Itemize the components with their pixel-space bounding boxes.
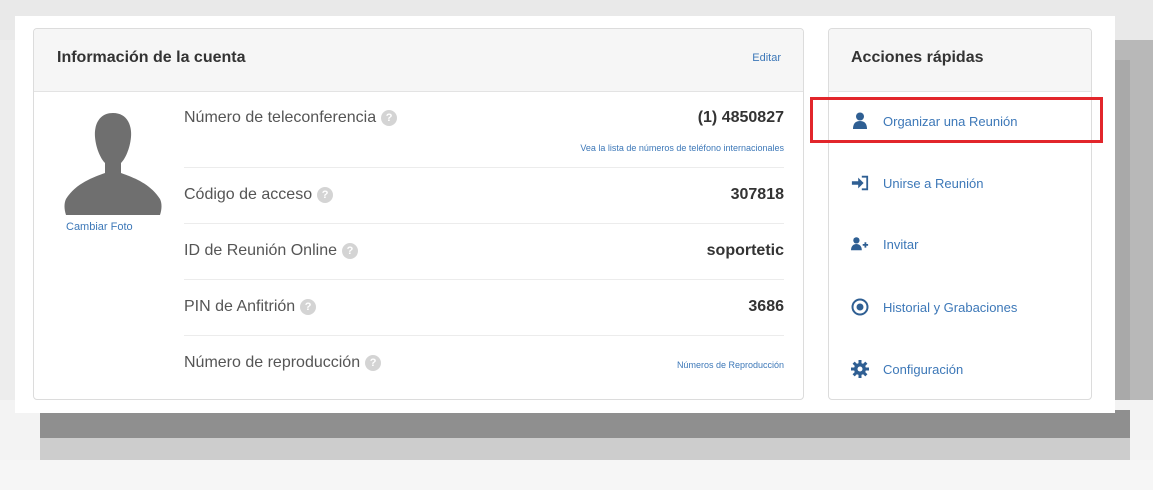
detail-row-host-pin: PIN de Anfitrión ? 3686 xyxy=(184,280,784,336)
drop-shadow xyxy=(40,410,1130,438)
playback-numbers-link[interactable]: Números de Reproducción xyxy=(677,360,784,370)
edit-link[interactable]: Editar xyxy=(752,52,781,64)
history-recordings-action[interactable]: Historial y Grabaciones xyxy=(851,292,1081,322)
international-numbers-link[interactable]: Vea la lista de números de teléfono inte… xyxy=(580,143,784,153)
join-meeting-action[interactable]: Unirse a Reunión xyxy=(851,168,1081,198)
account-info-title: Información de la cuenta xyxy=(57,49,246,66)
account-info-header: Información de la cuenta Editar xyxy=(34,29,803,92)
drop-shadow-soft xyxy=(40,438,1130,460)
add-user-icon xyxy=(851,235,869,253)
highlight-box xyxy=(810,97,1103,143)
quick-actions-title: Acciones rápidas xyxy=(851,49,984,66)
help-icon[interactable]: ? xyxy=(341,243,358,259)
sign-in-icon xyxy=(851,174,869,192)
account-details-list: Número de teleconferencia ? (1) 4850827 … xyxy=(184,91,784,391)
action-label: Invitar xyxy=(883,236,919,252)
action-label: Unirse a Reunión xyxy=(883,175,984,191)
quick-actions-panel: Acciones rápidas Organizar una Reunión U… xyxy=(828,28,1092,400)
help-icon[interactable]: ? xyxy=(300,299,317,315)
detail-row-playback-number: Número de reproducción ? Números de Repr… xyxy=(184,336,784,391)
invite-action[interactable]: Invitar xyxy=(851,229,1081,259)
change-photo-link[interactable]: Cambiar Foto xyxy=(66,221,133,233)
detail-label: Código de acceso xyxy=(184,186,313,203)
detail-label: Número de teleconferencia xyxy=(184,109,377,126)
settings-action[interactable]: Configuración xyxy=(851,354,1081,384)
record-icon xyxy=(851,298,869,316)
help-icon[interactable]: ? xyxy=(381,110,398,126)
avatar[interactable] xyxy=(64,107,162,217)
detail-row-meeting-id: ID de Reunión Online ? soportetic xyxy=(184,224,784,280)
host-pin-value: 3686 xyxy=(748,298,784,315)
access-code-value: 307818 xyxy=(730,186,784,203)
teleconference-number: (1) 4850827 xyxy=(697,109,784,126)
detail-label: PIN de Anfitrión xyxy=(184,298,296,315)
quick-actions-header: Acciones rápidas xyxy=(829,29,1091,92)
help-icon[interactable]: ? xyxy=(365,355,382,371)
detail-row-teleconference: Número de teleconferencia ? (1) 4850827 … xyxy=(184,91,784,168)
action-label: Historial y Grabaciones xyxy=(883,299,1018,315)
detail-label: Número de reproducción xyxy=(184,354,361,371)
gear-icon xyxy=(851,360,869,378)
help-icon[interactable]: ? xyxy=(317,187,334,203)
detail-label: ID de Reunión Online xyxy=(184,242,337,259)
meeting-id-value: soportetic xyxy=(706,242,784,259)
action-label: Configuración xyxy=(883,361,964,377)
account-info-panel: Información de la cuenta Editar Cambiar … xyxy=(33,28,804,400)
detail-row-access-code: Código de acceso ? 307818 xyxy=(184,168,784,224)
background-band-bottom xyxy=(0,460,1153,490)
